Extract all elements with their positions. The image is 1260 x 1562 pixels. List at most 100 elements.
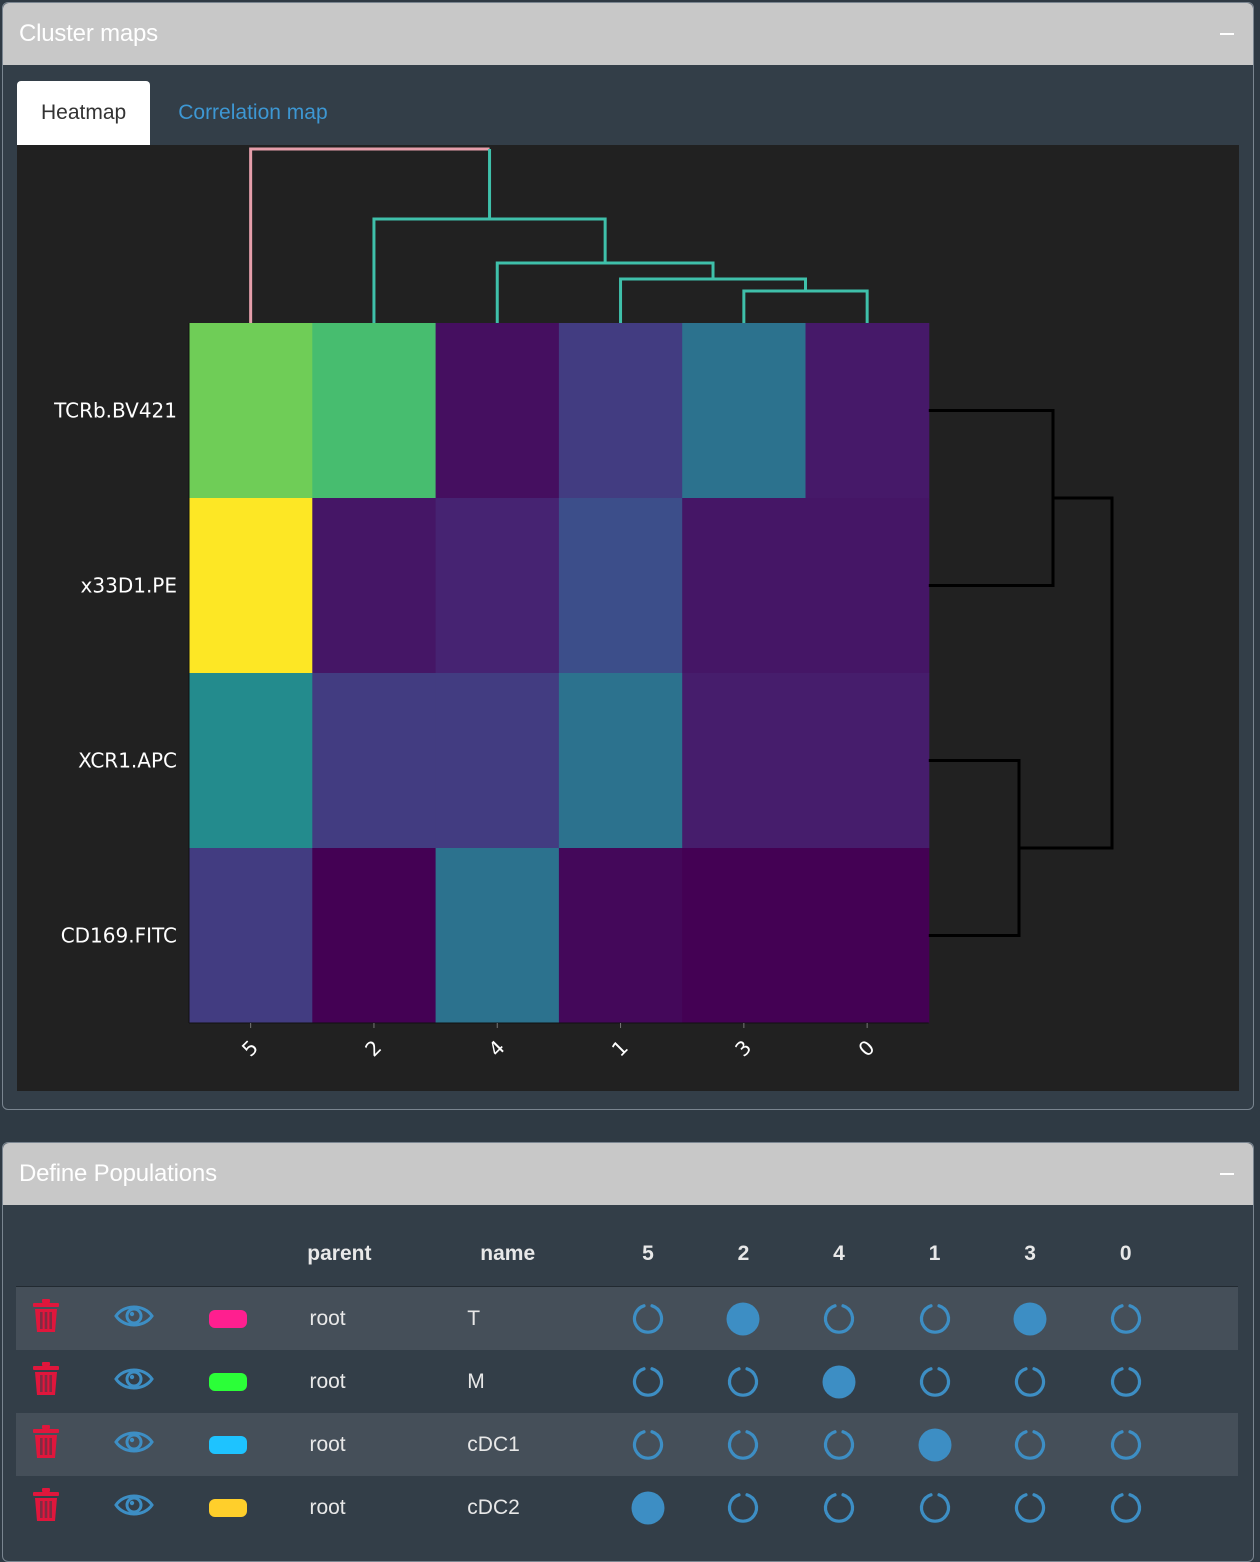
heatmap-svg: TCRb.BV421 x33D1.PE XCR1.APC CD169.FITC 5 2 4 1…	[53, 147, 1114, 1061]
heatmap-cell	[682, 323, 806, 499]
color-swatch[interactable]	[208, 1309, 247, 1328]
column-dendrogram-branch	[372, 217, 607, 323]
cluster-toggle-4[interactable]	[791, 1413, 887, 1476]
view-button[interactable]	[75, 1413, 193, 1476]
y-tick-label: XCR1.APC	[78, 749, 177, 773]
heatmap-cell	[558, 673, 683, 849]
color-swatch[interactable]	[208, 1435, 247, 1454]
color-swatch-cell[interactable]	[192, 1476, 264, 1539]
heatmap-cell	[558, 323, 683, 499]
x-tick-label: 1	[607, 1035, 633, 1061]
parent-value: root	[309, 1306, 346, 1330]
header-cluster-3: 3	[982, 1222, 1078, 1287]
row-dendrogram-branch	[1019, 496, 1114, 850]
cluster-toggle-2[interactable]	[695, 1350, 792, 1413]
cluster-toggle-2[interactable]	[695, 1476, 792, 1539]
color-swatch[interactable]	[208, 1372, 247, 1391]
heatmap-cell	[312, 848, 437, 1024]
heatmap-cell	[682, 848, 806, 1024]
cluster-toggle-0[interactable]	[1077, 1413, 1174, 1476]
tab-correlation-map[interactable]: Correlation map	[150, 81, 351, 145]
cluster-toggle-1[interactable]	[886, 1476, 983, 1539]
cluster-toggle-3[interactable]	[982, 1350, 1078, 1413]
cluster-toggle-1[interactable]	[886, 1350, 983, 1413]
parent-cell: root	[263, 1413, 416, 1476]
name-value: T	[467, 1306, 481, 1330]
cluster-toggle-4[interactable]	[791, 1350, 887, 1413]
cluster-toggle-2[interactable]	[695, 1286, 792, 1350]
cluster-toggle-5[interactable]	[600, 1286, 696, 1350]
header-spacer	[1173, 1222, 1238, 1287]
heatmap-cell	[312, 498, 437, 674]
population-row: root cDC1	[16, 1413, 1238, 1476]
view-button[interactable]	[75, 1350, 193, 1413]
heatmap-cell	[189, 498, 313, 674]
delete-button[interactable]	[16, 1413, 76, 1476]
cluster-toggle-2[interactable]	[695, 1413, 792, 1476]
heatmap-cell	[558, 848, 683, 1024]
cluster-maps-header[interactable]: Cluster maps	[3, 3, 1253, 65]
cluster-toggle-3[interactable]	[982, 1286, 1078, 1350]
collapse-button[interactable]	[1215, 1162, 1239, 1186]
heatmap-cell	[805, 848, 930, 1024]
view-button[interactable]	[75, 1286, 193, 1350]
populations-table: parent name 5 2 4 1 3 0 root Troot Mroot cD…	[16, 1222, 1238, 1539]
delete-button[interactable]	[16, 1286, 76, 1350]
cluster-toggle-3[interactable]	[982, 1413, 1078, 1476]
color-swatch-cell[interactable]	[192, 1413, 264, 1476]
minus-icon	[1220, 1173, 1234, 1175]
y-tick-label: CD169.FITC	[61, 924, 177, 948]
trash-icon	[32, 1487, 60, 1527]
population-row: root M	[16, 1350, 1238, 1413]
x-tick-label: 3	[730, 1035, 756, 1061]
y-tick-label: TCRb.BV421	[53, 399, 177, 423]
name-value: cDC1	[467, 1432, 520, 1456]
cluster-toggle-4[interactable]	[791, 1476, 887, 1539]
row-spacer	[1173, 1413, 1238, 1476]
cluster-toggle-5[interactable]	[600, 1476, 696, 1539]
parent-value: root	[309, 1432, 346, 1456]
color-swatch[interactable]	[208, 1498, 247, 1517]
cluster-toggle-1[interactable]	[886, 1286, 983, 1350]
heatmap-cell	[435, 848, 560, 1024]
parent-value: root	[309, 1495, 346, 1519]
row-dendrogram-branch	[928, 409, 1055, 587]
color-swatch-cell[interactable]	[192, 1286, 264, 1350]
delete-button[interactable]	[16, 1476, 76, 1539]
parent-value: root	[309, 1369, 346, 1393]
header-cluster-4: 4	[791, 1222, 887, 1287]
parent-cell: root	[263, 1350, 416, 1413]
parent-cell: root	[263, 1286, 416, 1350]
panel-title: Cluster maps	[19, 20, 158, 47]
name-cell: M	[415, 1350, 601, 1413]
view-button[interactable]	[75, 1476, 193, 1539]
cluster-toggle-3[interactable]	[982, 1476, 1078, 1539]
parent-cell: root	[263, 1476, 416, 1539]
color-swatch-cell[interactable]	[192, 1350, 264, 1413]
header-parent: parent	[263, 1222, 416, 1287]
cluster-toggle-4[interactable]	[791, 1286, 887, 1350]
population-row: root T	[16, 1286, 1238, 1350]
header-color	[192, 1222, 264, 1287]
cluster-toggle-5[interactable]	[600, 1413, 696, 1476]
cluster-toggle-0[interactable]	[1077, 1350, 1174, 1413]
collapse-button[interactable]	[1215, 22, 1239, 46]
header-delete	[16, 1222, 76, 1287]
define-populations-header[interactable]: Define Populations	[3, 1143, 1253, 1205]
panel-title: Define Populations	[19, 1160, 217, 1187]
heatmap-cell	[682, 673, 806, 849]
column-dendrogram-branch	[619, 277, 807, 323]
cluster-toggle-1[interactable]	[886, 1413, 983, 1476]
trash-icon	[32, 1424, 60, 1464]
header-view	[75, 1222, 193, 1287]
tab-heatmap[interactable]: Heatmap	[17, 81, 151, 145]
cluster-toggle-5[interactable]	[600, 1350, 696, 1413]
row-spacer	[1173, 1350, 1238, 1413]
cluster-toggle-0[interactable]	[1077, 1286, 1174, 1350]
cluster-toggle-0[interactable]	[1077, 1476, 1174, 1539]
eye-icon	[114, 1368, 154, 1398]
delete-button[interactable]	[16, 1350, 76, 1413]
population-row: root cDC2	[16, 1476, 1238, 1539]
eye-icon	[114, 1305, 154, 1335]
header-cluster-0: 0	[1077, 1222, 1174, 1287]
